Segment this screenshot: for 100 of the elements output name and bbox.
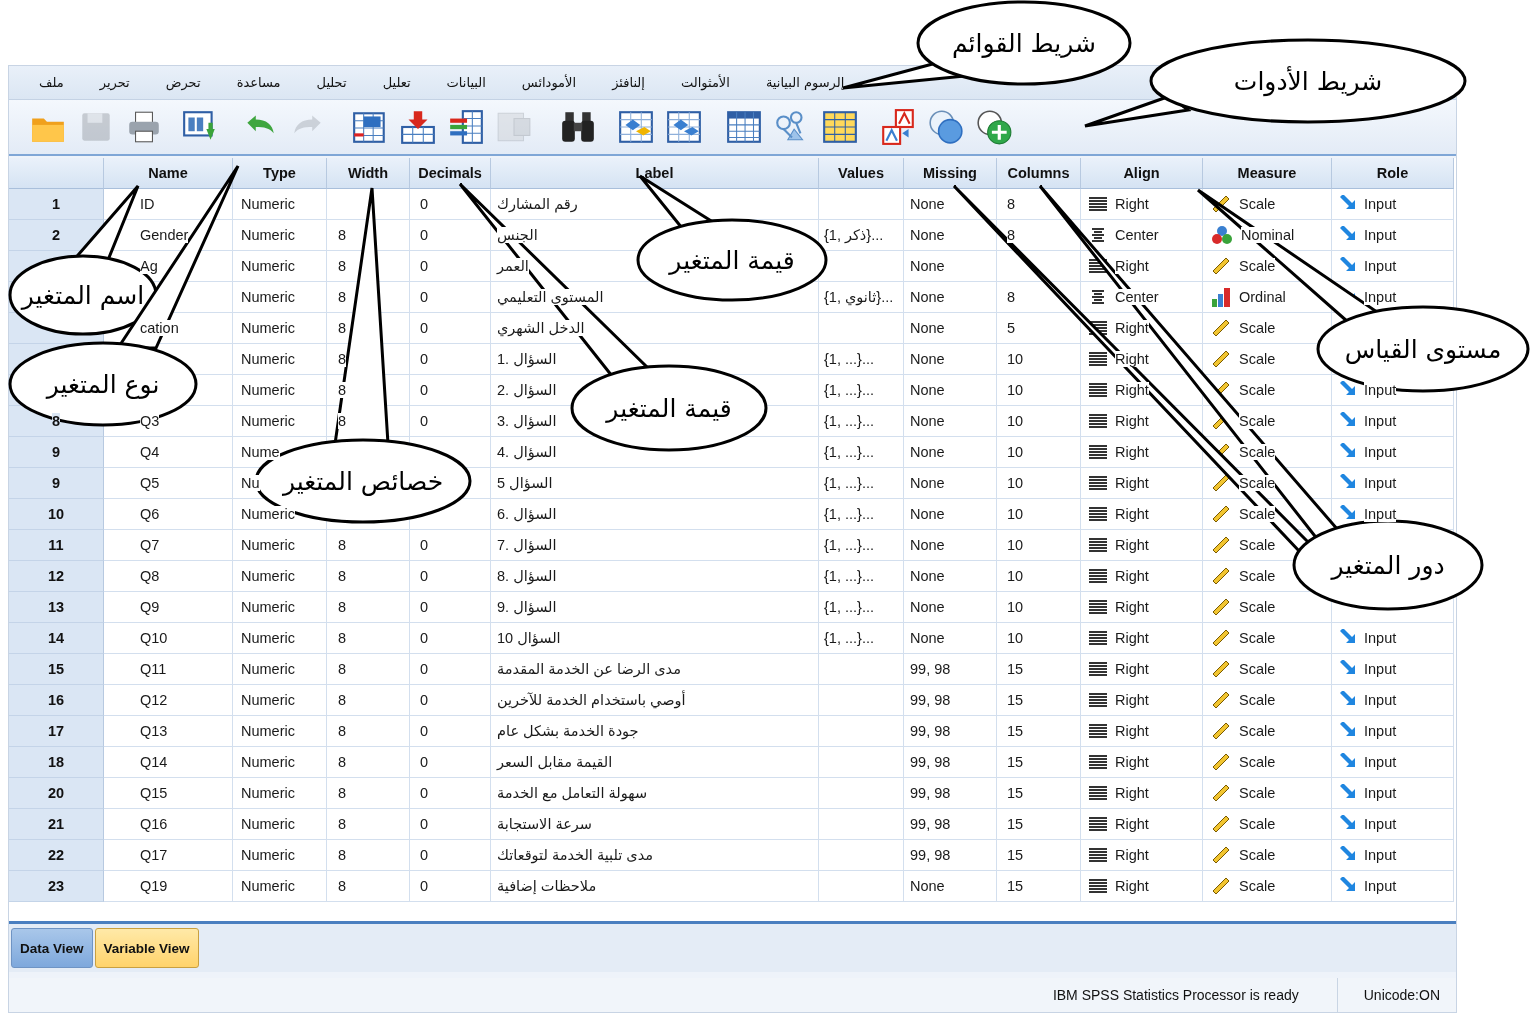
decimals-value: 0	[420, 661, 429, 677]
variable-name: ID	[140, 196, 155, 212]
measure-value: Scale	[1239, 351, 1276, 367]
view-tab[interactable]: Variable View	[94, 928, 199, 968]
row-header[interactable]: 11	[9, 530, 104, 561]
menu-item[interactable]: إلرسوم البيانية	[765, 75, 845, 90]
row-number[interactable]: 12	[47, 568, 65, 584]
table-icon[interactable]	[725, 108, 763, 146]
row-number[interactable]: 18	[47, 754, 65, 770]
menu-item[interactable]: ملف	[39, 75, 64, 90]
circles-icon[interactable]	[927, 108, 965, 146]
add-icon[interactable]	[975, 108, 1013, 146]
row-header[interactable]: 21	[9, 809, 104, 840]
row-header[interactable]: 9	[9, 437, 104, 468]
variable-name: Q17	[140, 847, 168, 863]
width-value: 8	[338, 692, 347, 708]
variable-label: 7. السؤال	[497, 537, 557, 553]
align-value: Right	[1115, 475, 1149, 491]
measure-value: Scale	[1239, 444, 1276, 460]
row-number[interactable]: 1	[51, 196, 61, 212]
row-header[interactable]: 22	[9, 840, 104, 871]
row-number[interactable]: 21	[47, 816, 65, 832]
menu-item[interactable]: تعليل	[382, 75, 411, 90]
insert-row-icon[interactable]	[399, 108, 437, 146]
variable-name: Q11	[140, 661, 167, 677]
row-header[interactable]: 16	[9, 685, 104, 716]
measure-value: Scale	[1239, 785, 1276, 801]
missing-value: 99, 98	[910, 847, 951, 863]
role-value: Input	[1364, 475, 1397, 491]
missing-value: None	[910, 475, 945, 491]
decimals-value: 0	[420, 599, 429, 615]
missing-value: None	[910, 537, 945, 553]
row-header[interactable]: 14	[9, 623, 104, 654]
row-number[interactable]: 14	[47, 630, 65, 646]
menu-item[interactable]: الأمثوالت	[680, 75, 730, 90]
menu-item[interactable]: تحرير	[99, 75, 130, 90]
row-number[interactable]: 8	[51, 413, 61, 429]
menu-item[interactable]: تحرض	[165, 75, 201, 90]
align-value: Right	[1115, 568, 1149, 584]
row-header[interactable]: 12	[9, 561, 104, 592]
view-tab[interactable]: Data View	[11, 928, 93, 968]
menu-item[interactable]: إلنافئز	[612, 75, 645, 90]
decimals-value: 0	[420, 196, 429, 212]
row-header[interactable]: 23	[9, 871, 104, 902]
row-header[interactable]: 9	[9, 468, 104, 499]
menu-item[interactable]: الأمودائس	[521, 75, 577, 90]
callout-text: دور المتغير	[1331, 550, 1445, 580]
role-value: Input	[1364, 382, 1397, 398]
row-header[interactable]: 13	[9, 592, 104, 623]
menu-item[interactable]: مساعدة	[236, 75, 281, 90]
variable-type: Numeric	[241, 568, 295, 584]
row-number[interactable]: 9	[51, 475, 61, 491]
row-number[interactable]: 15	[47, 661, 65, 677]
decimals-value: 0	[420, 847, 429, 863]
variable-label: الجنس	[497, 227, 538, 243]
row-number[interactable]: 10	[47, 506, 65, 522]
row-header[interactable]: 15	[9, 654, 104, 685]
row-number[interactable]: 2	[51, 227, 61, 243]
align-value: Center	[1115, 227, 1159, 243]
row-number[interactable]: 13	[47, 599, 65, 615]
row-number[interactable]: 11	[48, 537, 64, 553]
row-header[interactable]: 17	[9, 716, 104, 747]
menu-item[interactable]: تحليل	[316, 75, 347, 90]
row-number[interactable]: 16	[47, 692, 65, 708]
align-value: Right	[1115, 692, 1149, 708]
value-labels: {1, ...}...	[824, 599, 874, 615]
row-header[interactable]: 1	[9, 189, 104, 220]
columns-value: 10	[1007, 351, 1024, 367]
row-header[interactable]: 18	[9, 747, 104, 778]
role-value: Input	[1364, 227, 1397, 243]
decimals-value: 0	[420, 227, 429, 243]
measure-value: Scale	[1239, 196, 1276, 212]
row-number[interactable]: 23	[47, 878, 65, 894]
row-number[interactable]: 22	[47, 847, 65, 863]
row-header[interactable]: 10	[9, 499, 104, 530]
spreadsheet-icon[interactable]	[821, 108, 859, 146]
callout-text: شريط القوائم	[952, 28, 1096, 58]
align-value: Right	[1115, 630, 1149, 646]
missing-value: 99, 98	[910, 816, 951, 832]
column-header: Decimals	[410, 158, 491, 189]
grid-icon[interactable]	[665, 108, 703, 146]
value-labels: {1, ...}...	[824, 475, 874, 491]
role-value: Input	[1364, 413, 1397, 429]
missing-value: None	[910, 351, 945, 367]
value-labels-icon[interactable]	[879, 108, 917, 146]
grid-icon[interactable]	[617, 108, 655, 146]
columns-value: 5	[1007, 320, 1016, 336]
menu-item[interactable]: البيانات	[446, 75, 486, 90]
decimals-value: 0	[420, 692, 429, 708]
variable-name: Q15	[140, 785, 168, 801]
column-header: Values	[819, 158, 904, 189]
missing-value: None	[910, 506, 945, 522]
row-number[interactable]: 17	[47, 723, 65, 739]
row-number[interactable]: 9	[51, 444, 61, 460]
variables-icon[interactable]	[447, 108, 485, 146]
columns-value: 15	[1007, 692, 1024, 708]
align-value: Right	[1115, 816, 1149, 832]
row-number[interactable]: 20	[47, 785, 65, 801]
variable-label: رقم المشارك	[497, 196, 578, 212]
row-header[interactable]: 20	[9, 778, 104, 809]
